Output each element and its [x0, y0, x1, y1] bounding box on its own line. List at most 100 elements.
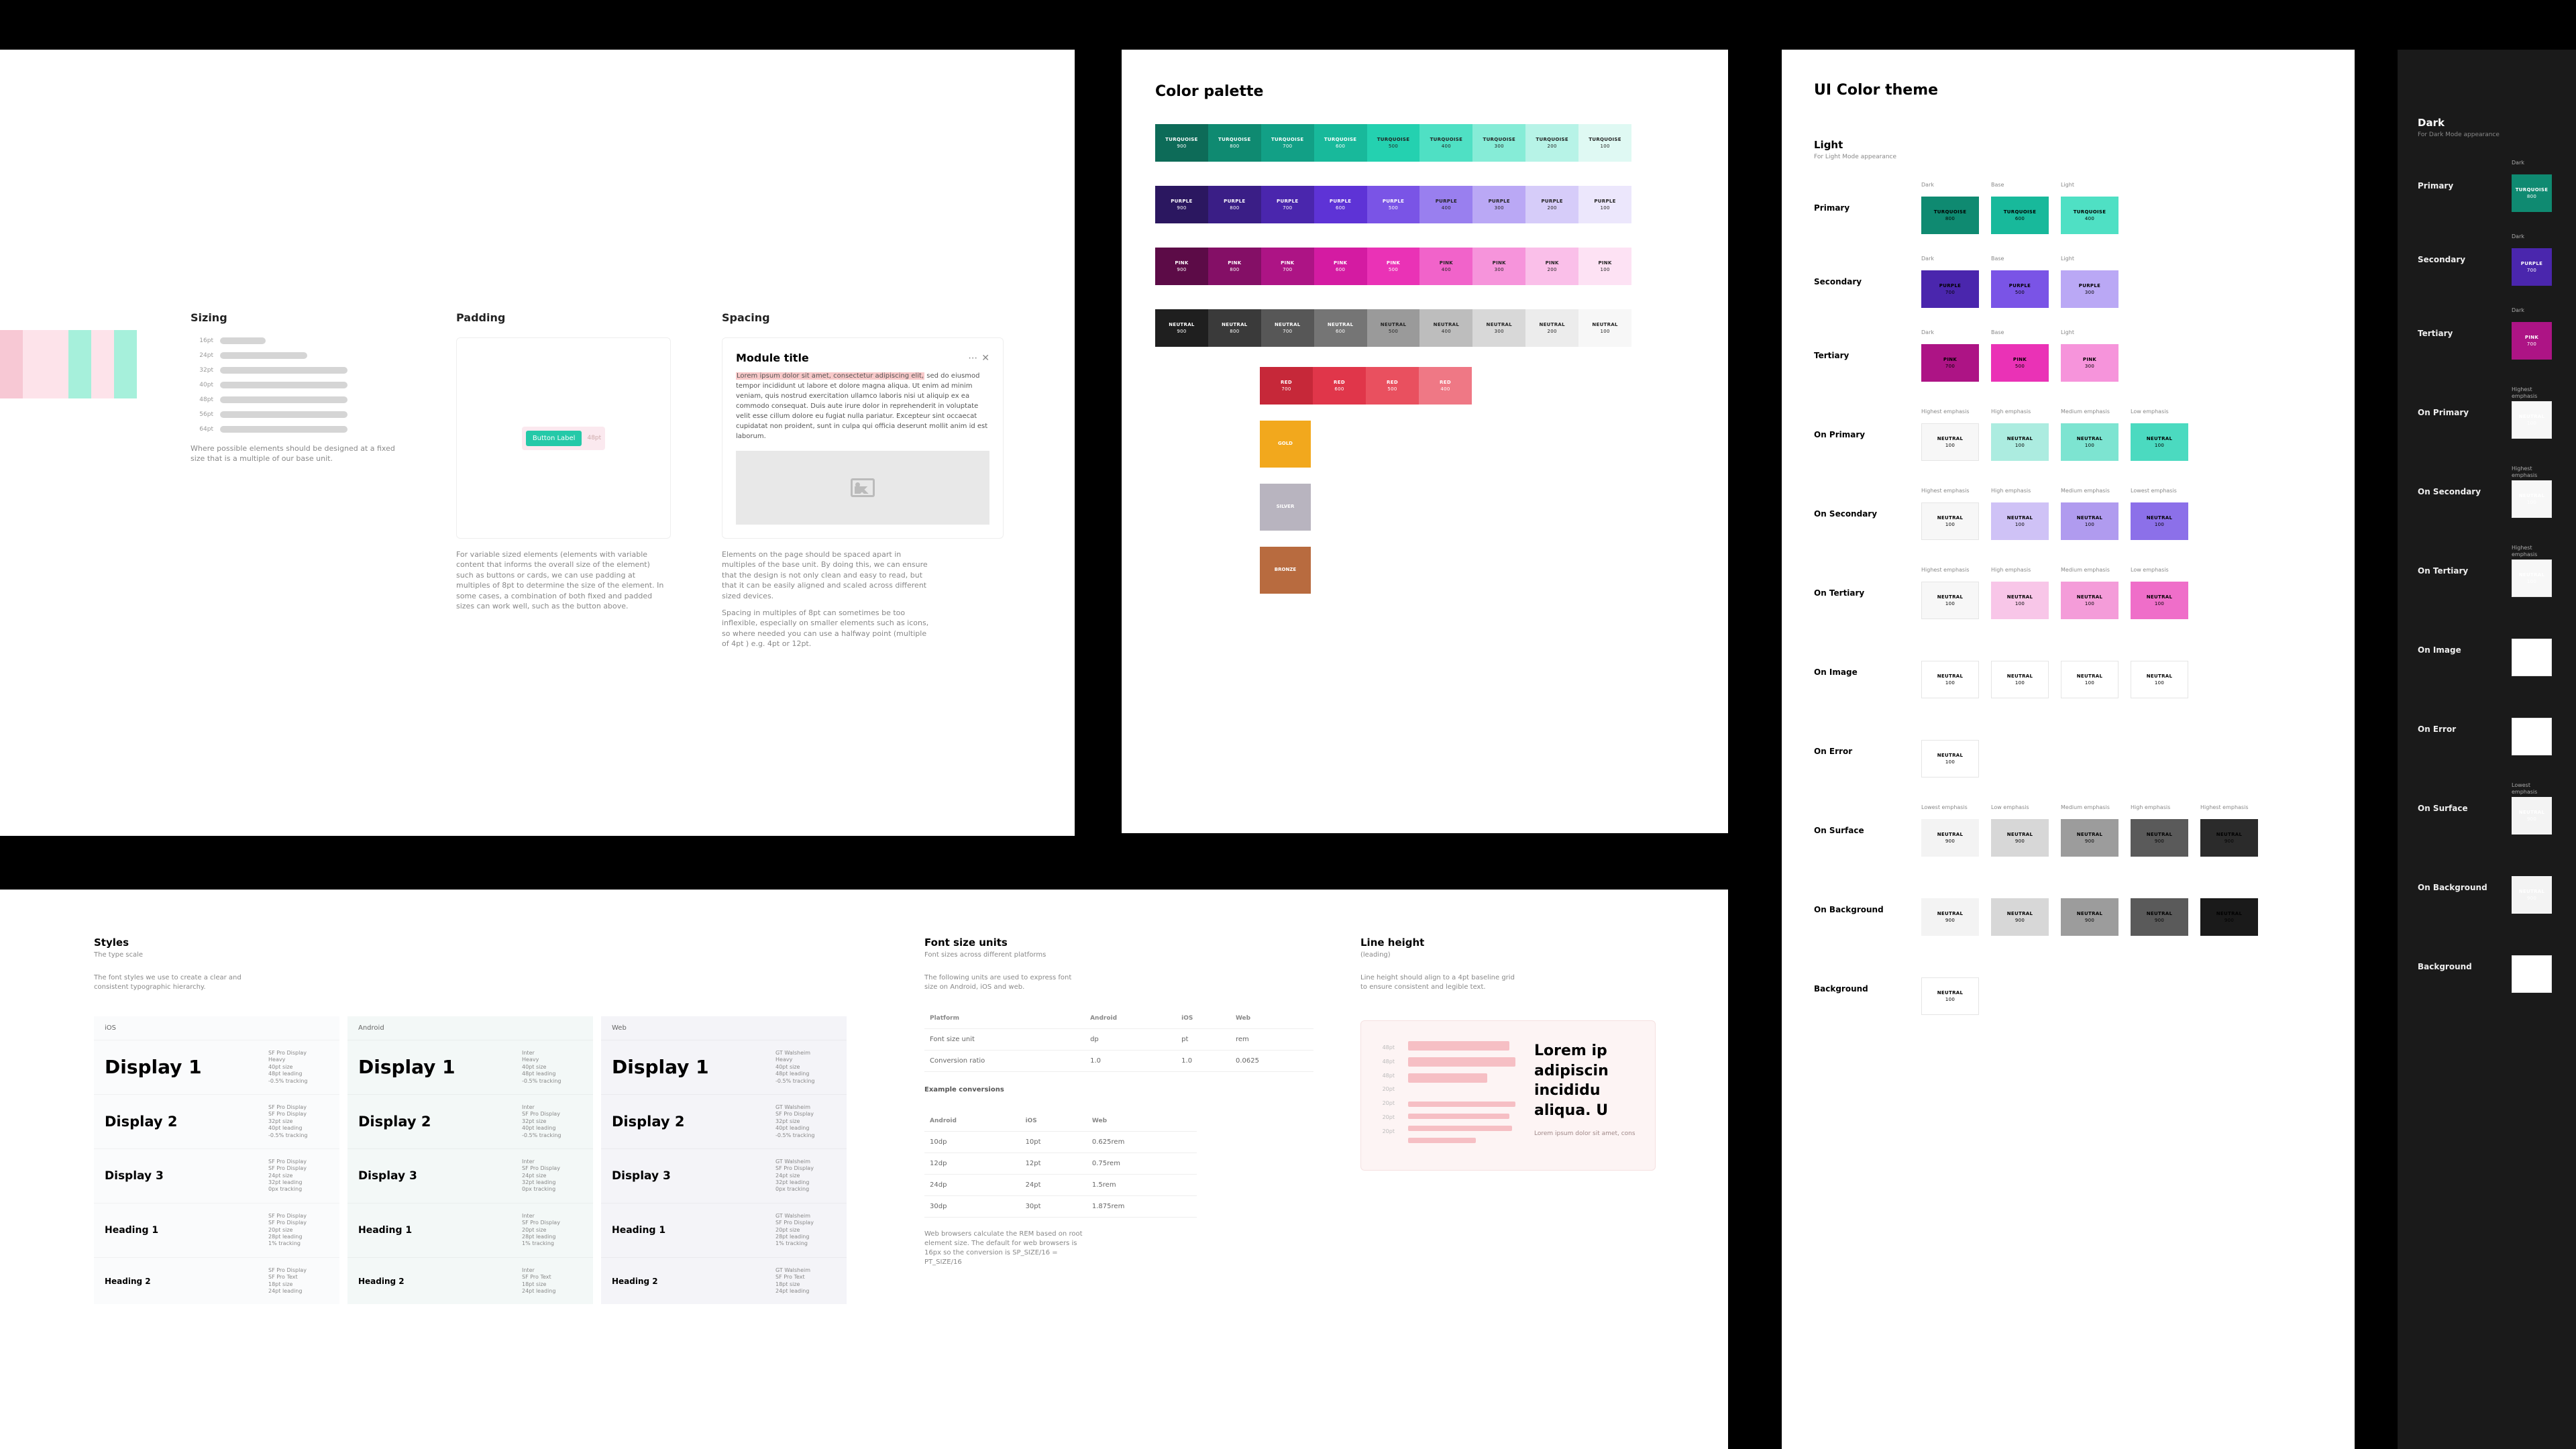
- swatch: PURPLE400: [1419, 186, 1472, 223]
- theme-cell: NEUTRAL900: [2131, 883, 2188, 936]
- module-title: Module title: [736, 352, 809, 364]
- swatch: PURPLE300: [1472, 186, 1525, 223]
- font-examples-table: AndroidiOSWeb10dp10pt0.625rem12dp12pt0.7…: [924, 1111, 1197, 1218]
- theme-row-label: Background: [2418, 962, 2512, 971]
- theme-cell: Base PINK500: [1991, 329, 2049, 382]
- theme-cell: NEUTRAL100: [2512, 703, 2552, 755]
- light-sub: For Light Mode appearance: [1814, 154, 2322, 160]
- swatch: PINK200: [1525, 248, 1578, 285]
- theme-cell: Lowest emphasis NEUTRAL100: [2131, 488, 2188, 540]
- fs-title: Font size units: [924, 936, 1313, 949]
- theme-cell: NEUTRAL100: [2512, 624, 2552, 676]
- theme-row-label: On Error: [2418, 724, 2512, 734]
- close-icon[interactable]: ✕: [981, 353, 989, 364]
- lh-title: Line height: [1360, 936, 1656, 949]
- size-bar: 48pt: [191, 396, 405, 403]
- theme-cell: Dark PINK700: [1921, 329, 1979, 382]
- more-icon[interactable]: ⋯: [968, 353, 977, 364]
- size-bar: 64pt: [191, 426, 405, 433]
- theme-cell: NEUTRAL900: [2200, 883, 2258, 936]
- type-scale-column: Android Display 1 InterHeavy40pt size48p…: [347, 1016, 593, 1304]
- theme-row: On Secondary Highest emphasis NEUTRAL100: [2418, 466, 2576, 518]
- swatch: TURQUOISE800: [1208, 124, 1261, 162]
- theme-cell: NEUTRAL900: [1921, 883, 1979, 936]
- theme-cell: Highest emphasis NEUTRAL100: [1921, 488, 1979, 540]
- padding-note: For variable sized elements (elements wi…: [456, 549, 664, 611]
- theme-row: Tertiary Dark PINK700: [2418, 307, 2576, 360]
- type-style-row: Heading 2 GT WalsheimSF Pro Text18pt siz…: [601, 1257, 847, 1305]
- swatch: PINK100: [1578, 248, 1631, 285]
- size-bar: 24pt: [191, 352, 405, 359]
- swatch: NEUTRAL400: [1419, 309, 1472, 347]
- platform-label: Web: [601, 1016, 847, 1040]
- theme-cell: High emphasis NEUTRAL100: [1991, 488, 2049, 540]
- theme-row: On Tertiary Highest emphasis NEUTRAL100 …: [1814, 567, 2322, 619]
- theme-row-label: Background: [1814, 984, 1921, 994]
- spacing-note1: Elements on the page should be spaced ap…: [722, 549, 930, 601]
- size-bar: 40pt: [191, 382, 405, 388]
- sizing-title: Sizing: [191, 311, 405, 324]
- theme-row-label: On Surface: [1814, 826, 1921, 835]
- theme-cell: Highest emphasis NEUTRAL100: [2512, 466, 2552, 518]
- platform-label: Android: [347, 1016, 593, 1040]
- sample-button[interactable]: Button Label: [526, 431, 582, 446]
- theme-cell: NEUTRAL900: [2512, 861, 2552, 914]
- theme-cell: NEUTRAL100: [1921, 963, 1979, 1015]
- theme-row-label: On Secondary: [1814, 509, 1921, 519]
- theme-cell: Low emphasis NEUTRAL100: [2131, 409, 2188, 461]
- theme-row: On Error NEUTRAL100: [2418, 703, 2576, 755]
- lh-sub: (leading): [1360, 951, 1656, 959]
- theme-cell: NEUTRAL100: [1921, 725, 1979, 777]
- typography-panel: Styles The type scale The font styles we…: [0, 890, 1728, 1449]
- layout-panel: Sizing 16pt24pt32pt40pt48pt56pt64pt Wher…: [0, 50, 1075, 836]
- theme-cell: Low emphasis NEUTRAL900: [1991, 804, 2049, 857]
- grid-stripes: [0, 330, 137, 398]
- theme-row-label: On Primary: [1814, 430, 1921, 439]
- swatch: RED700: [1260, 367, 1313, 405]
- swatch: NEUTRAL200: [1525, 309, 1578, 347]
- theme-row-label: On Error: [1814, 747, 1921, 756]
- line-height-section: Line height (leading) Line height should…: [1360, 936, 1656, 1171]
- theme-row-label: Tertiary: [2418, 329, 2512, 338]
- theme-row-label: On Background: [1814, 905, 1921, 914]
- type-style-row: Display 1 InterHeavy40pt size48pt leadin…: [347, 1040, 593, 1094]
- swatch: NEUTRAL500: [1367, 309, 1420, 347]
- swatch: TURQUOISE900: [1155, 124, 1208, 162]
- swatch: RED400: [1419, 367, 1472, 405]
- swatch: TURQUOISE200: [1525, 124, 1578, 162]
- swatch-row: PURPLE900PURPLE800PURPLE700PURPLE600PURP…: [1155, 186, 1631, 223]
- theme-row: Background NEUTRAL100: [1814, 963, 2322, 1015]
- swatch: TURQUOISE300: [1472, 124, 1525, 162]
- theme-row: Primary Dark TURQUOISE800 Base TURQUOISE…: [1814, 182, 2322, 234]
- swatch: PURPLE200: [1525, 186, 1578, 223]
- type-style-row: Display 3 InterSF Pro Display24pt size32…: [347, 1148, 593, 1203]
- padding-title: Padding: [456, 311, 671, 324]
- theme-cell: High emphasis NEUTRAL900: [2131, 804, 2188, 857]
- swatch: RED600: [1313, 367, 1366, 405]
- swatch: PURPLE700: [1261, 186, 1314, 223]
- swatch: PINK800: [1208, 248, 1261, 285]
- theme-cell: Medium emphasis NEUTRAL900: [2061, 804, 2118, 857]
- swatch: SILVER: [1260, 484, 1311, 531]
- theme-row-label: On Surface: [2418, 804, 2512, 813]
- image-placeholder: [736, 451, 989, 525]
- theme-title: UI Color theme: [1814, 82, 2322, 99]
- spacing-note2: Spacing in multiples of 8pt can sometime…: [722, 608, 930, 649]
- theme-row-label: On Primary: [2418, 408, 2512, 417]
- theme-cell: Dark TURQUOISE800: [1921, 182, 1979, 234]
- swatch: TURQUOISE600: [1314, 124, 1367, 162]
- type-style-row: Heading 1 InterSF Pro Display20pt size28…: [347, 1203, 593, 1257]
- type-style-row: Display 2 SF Pro DisplaySF Pro Display32…: [94, 1094, 339, 1148]
- spacing-section: Spacing Module title ⋯ ✕ Lorem ipsum dol…: [722, 311, 1024, 649]
- palette-title: Color palette: [1155, 83, 1695, 100]
- theme-row: Tertiary Dark PINK700 Base PINK500 Light…: [1814, 329, 2322, 382]
- theme-cell: Base TURQUOISE600: [1991, 182, 2049, 234]
- lh-desc: Line height should align to a 4pt baseli…: [1360, 973, 1521, 992]
- swatch-row: TURQUOISE900TURQUOISE800TURQUOISE700TURQ…: [1155, 124, 1631, 162]
- example-title: Example conversions: [924, 1085, 1085, 1095]
- theme-cell: Lowest emphasis NEUTRAL900: [1921, 804, 1979, 857]
- swatch: PINK300: [1472, 248, 1525, 285]
- fs-sub: Font sizes across different platforms: [924, 951, 1313, 959]
- theme-row: On Image NEUTRAL100: [2418, 624, 2576, 676]
- module-body: Lorem ipsum dolor sit amet, consectetur …: [736, 371, 989, 441]
